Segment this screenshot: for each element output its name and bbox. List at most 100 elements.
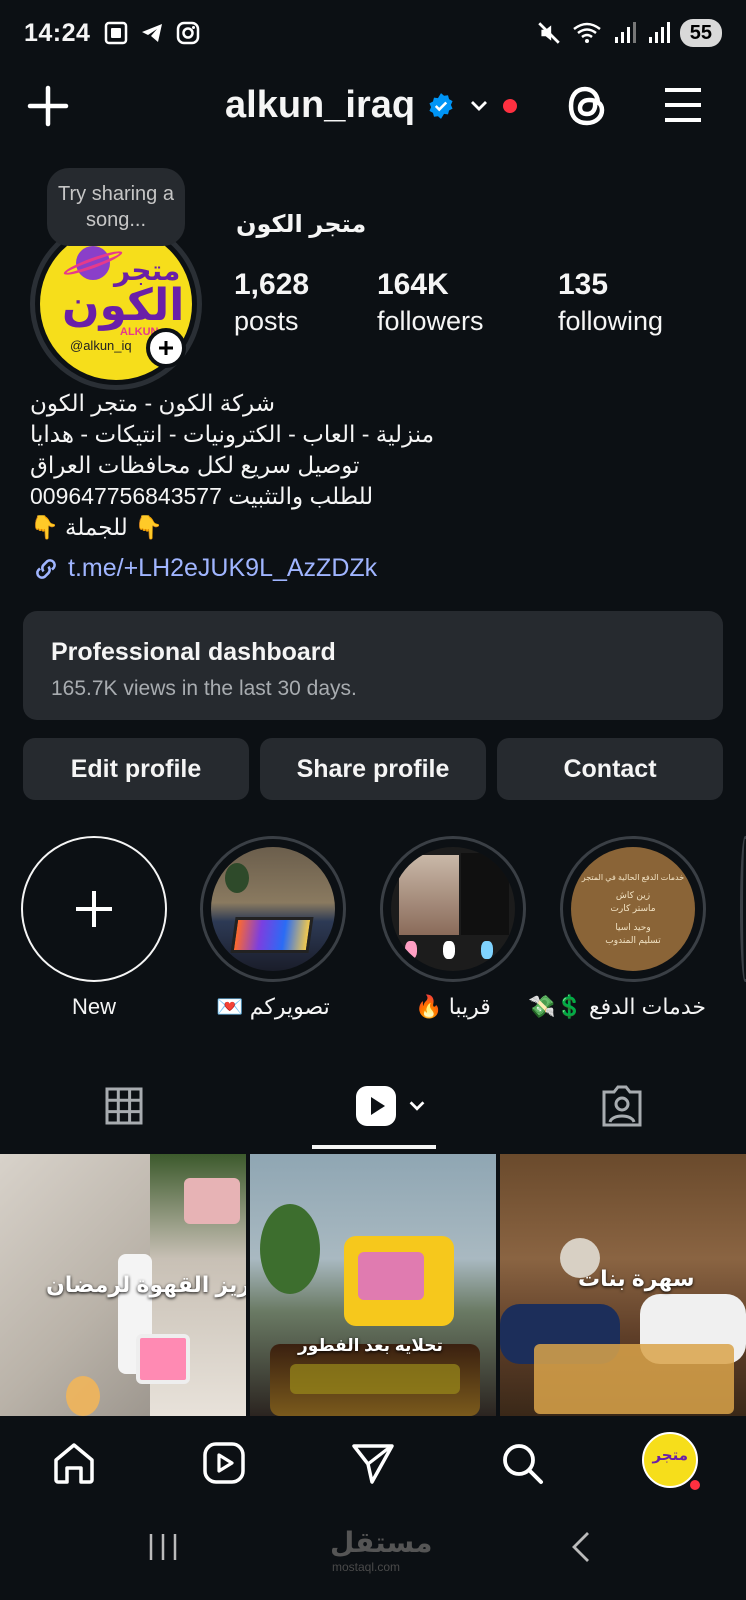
tagged-icon [602, 1085, 642, 1127]
bio-line: شركة الكون - متجر الكون [30, 390, 276, 416]
highlight-cover-text: خدمات الدفع الحالية في المتجر [581, 872, 685, 882]
highlight-item[interactable]: تصويركم 💌 [200, 836, 346, 1020]
bio-link[interactable]: t.me/+LH2eJUK9L_AzZDZk [32, 554, 377, 583]
verified-badge-icon [429, 92, 453, 119]
telegram-icon [142, 24, 163, 42]
nav-search[interactable] [497, 1438, 547, 1488]
tab-grid[interactable] [94, 1076, 154, 1136]
mute-icon [538, 22, 560, 44]
share-profile-button[interactable]: Share profile [260, 738, 486, 800]
notification-dot [503, 98, 518, 113]
recents-icon[interactable] [146, 1530, 180, 1564]
stat-value: 1,628 [234, 268, 310, 301]
plus-icon[interactable] [24, 82, 72, 130]
highlight-cover-text: تسليم المندوب [605, 934, 661, 945]
wifi-icon [572, 22, 601, 43]
chevron-down-icon [409, 1101, 425, 1111]
highlight-cover [211, 847, 335, 971]
bio-line: منزلية - العاب - الكترونيات - انتيكات - … [30, 421, 435, 447]
avatar-handle: @alkun_iq [70, 338, 132, 353]
link-icon [36, 558, 56, 579]
bio: شركة الكون - متجر الكون منزلية - العاب -… [30, 388, 470, 543]
threads-icon[interactable] [566, 82, 610, 130]
nav-messages[interactable] [348, 1438, 398, 1488]
menu-icon[interactable] [662, 84, 704, 126]
bottom-nav: متجر [0, 1416, 746, 1508]
note-bubble[interactable]: Try sharing a song... [47, 168, 185, 246]
reel-thumbnail[interactable]: سهرة بنات [500, 1154, 746, 1416]
highlight-label: قريبا 🔥 [415, 994, 491, 1019]
reels-grid: تفريز القهوة لرمضان تحلايه بعد الفطور سه… [0, 1154, 746, 1416]
stat-following[interactable]: 135 following [558, 268, 663, 337]
watermark-subtext: mostaql.com [332, 1560, 401, 1574]
avatar-text: الكون [62, 281, 185, 330]
signal-icon [648, 22, 670, 43]
highlight-cover-text: وحيد اسيا [615, 921, 651, 932]
content-tabs [0, 1066, 746, 1150]
highlight-ring: خدمات الدفع الحالية في المتجر زين كاش ما… [560, 836, 706, 982]
highlight-ring [21, 836, 167, 982]
grid-icon [105, 1087, 143, 1125]
edit-profile-button[interactable]: Edit profile [23, 738, 249, 800]
chevron-down-icon [471, 100, 488, 111]
stat-label: following [558, 306, 664, 336]
highlight-item-partial[interactable] [740, 836, 746, 982]
highlight-label: تصويركم 💌 [216, 994, 330, 1019]
account-switcher[interactable]: alkun_iraq [225, 84, 518, 127]
professional-dashboard[interactable]: Professional dashboard 165.7K views in t… [23, 611, 723, 720]
plus-icon [159, 341, 173, 355]
reel-thumbnail[interactable]: تحلايه بعد الفطور [250, 1154, 496, 1416]
dashboard-title: Professional dashboard [51, 638, 336, 666]
reel-caption: تحلايه بعد الفطور [298, 1336, 443, 1355]
highlight-cover: خدمات الدفع الحالية في المتجر زين كاش ما… [571, 847, 695, 971]
username: alkun_iraq [225, 84, 416, 126]
nav-home[interactable] [49, 1438, 99, 1488]
display-name: متجر الكون [236, 211, 367, 238]
instagram-icon [177, 21, 200, 45]
reels-icon [203, 1442, 245, 1484]
nav-profile[interactable]: متجر [640, 1430, 702, 1492]
add-story-button[interactable] [146, 328, 186, 368]
reel-thumbnail[interactable]: تفريز القهوة لرمضان [0, 1154, 246, 1416]
stat-posts[interactable]: 1,628 posts [234, 268, 309, 337]
send-icon [352, 1444, 394, 1484]
avatar-text: متجر [652, 1447, 688, 1464]
highlight-ring [380, 836, 526, 982]
highlight-cover-text: زين كاش [615, 889, 651, 900]
search-icon [503, 1444, 543, 1484]
status-bar: 14:24 55 [0, 0, 746, 66]
battery-indicator: 55 [679, 19, 722, 47]
plus-icon [76, 891, 112, 927]
tab-tagged[interactable] [592, 1076, 652, 1136]
screen-record-icon [105, 21, 128, 45]
reel-caption: سهرة بنات [578, 1266, 695, 1291]
highlight-cover [391, 847, 515, 971]
nav-reels[interactable] [199, 1438, 249, 1488]
reel-caption: تفريز القهوة لرمضان [46, 1272, 246, 1297]
bio-link-text: t.me/+LH2eJUK9L_AzZDZk [68, 554, 378, 582]
back-icon[interactable] [566, 1530, 600, 1564]
highlight-label: New [71, 994, 116, 1019]
highlight-item[interactable]: خدمات الدفع الحالية في المتجر زين كاش ما… [528, 836, 706, 1020]
tab-reels[interactable] [346, 1076, 436, 1136]
contact-button[interactable]: Contact [497, 738, 723, 800]
system-nav: مستقل mostaql.com [0, 1508, 746, 1600]
highlight-new[interactable]: New [21, 836, 167, 1020]
active-tab-indicator [312, 1145, 436, 1149]
watermark-text: مستقل [330, 1527, 433, 1558]
notification-dot [688, 1478, 702, 1492]
stat-label: posts [234, 306, 299, 336]
status-time: 14:24 [24, 18, 91, 47]
stat-value: 164K [377, 268, 449, 301]
highlight-item[interactable]: قريبا 🔥 [380, 836, 526, 1020]
bio-line: توصيل سريع لكل محافظات العراق [30, 452, 360, 478]
dashboard-subtitle: 165.7K views in the last 30 days. [51, 677, 357, 700]
highlight-ring [200, 836, 346, 982]
home-icon [54, 1443, 94, 1484]
bio-line: 👇 للجملة 👇 [30, 514, 163, 540]
highlight-label: خدمات الدفع 💲💸 [528, 994, 706, 1019]
signal-icon [614, 22, 636, 43]
bio-line: للطلب والتثبيت 009647756843577 [30, 483, 374, 509]
reels-icon [356, 1086, 396, 1126]
stat-followers[interactable]: 164K followers [377, 268, 484, 337]
